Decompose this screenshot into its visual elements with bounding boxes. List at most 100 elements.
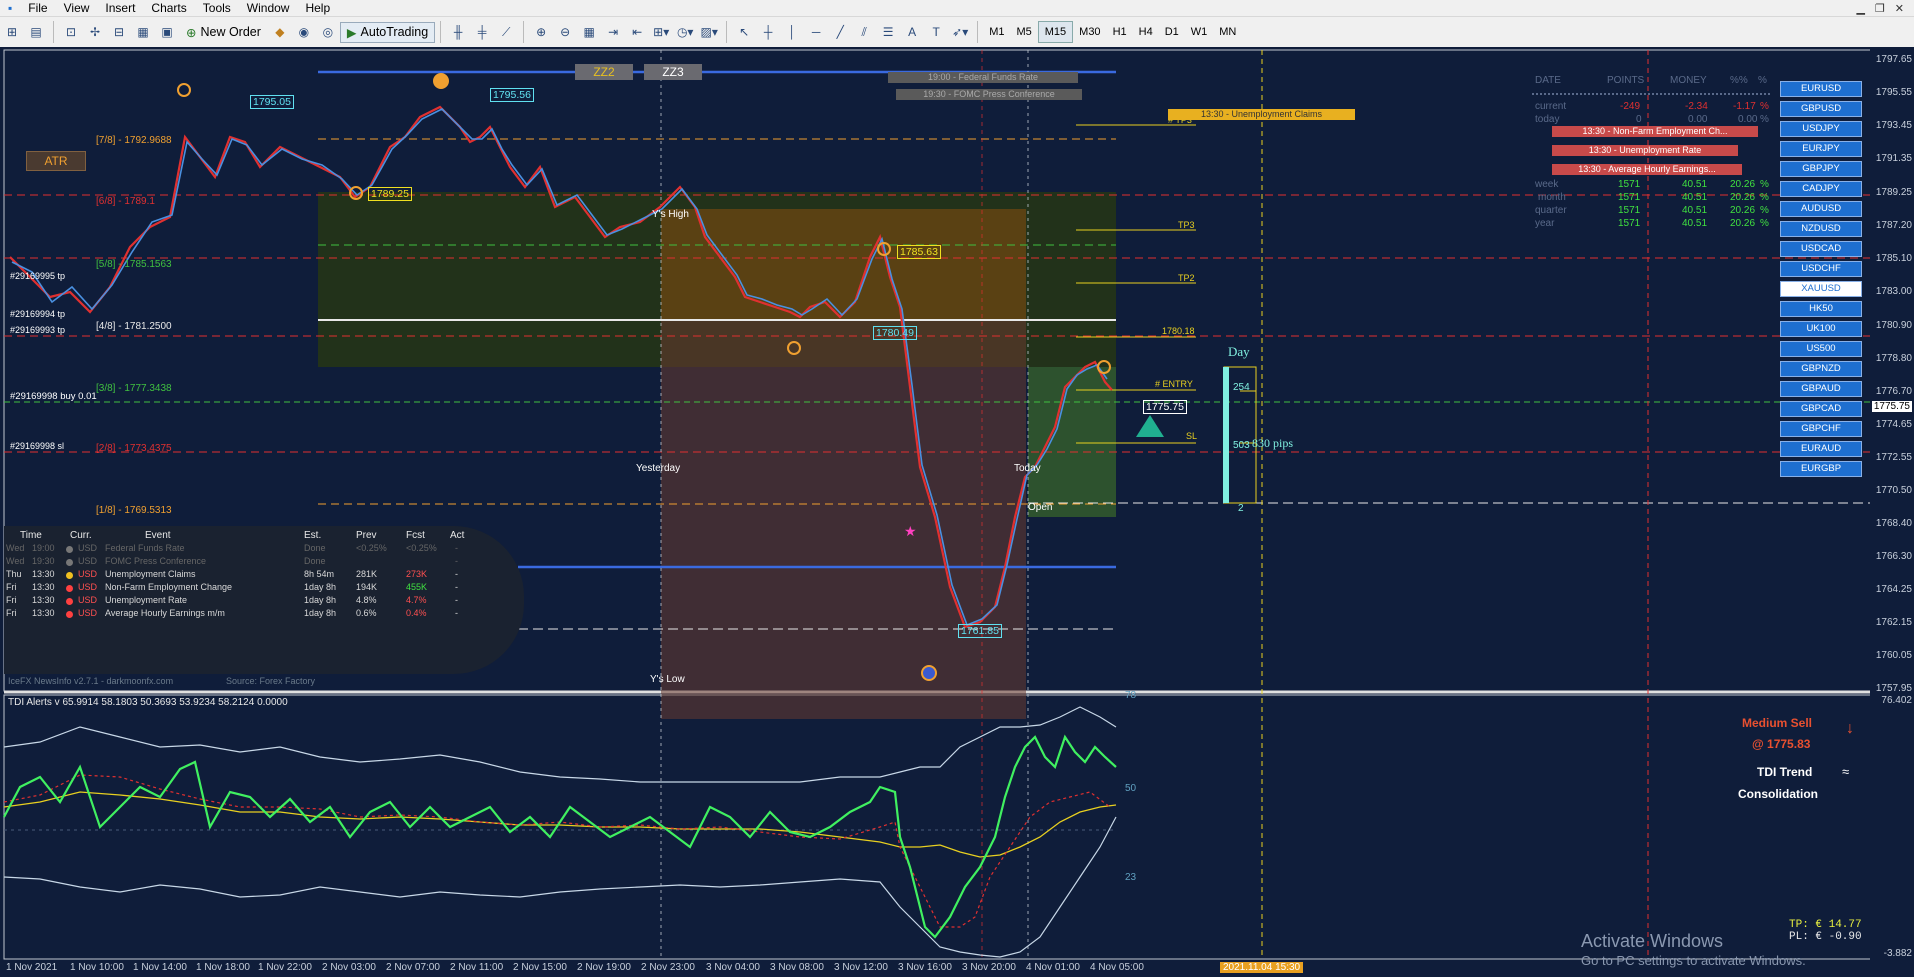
zz3-button[interactable]: ZZ3 — [644, 64, 702, 80]
tf-w1[interactable]: W1 — [1185, 22, 1214, 42]
svg-text:★: ★ — [904, 523, 917, 539]
cursor-icon[interactable]: ↖ — [735, 23, 753, 41]
tf-m1[interactable]: M1 — [983, 22, 1010, 42]
news-currency: USD — [78, 543, 98, 553]
symbol-button[interactable]: EURJPY — [1780, 141, 1862, 157]
menu-tools[interactable]: Tools — [195, 0, 239, 16]
menu-insert[interactable]: Insert — [97, 0, 143, 16]
market-watch-icon[interactable]: ⊡ — [62, 23, 80, 41]
vertical-line-icon[interactable]: │ — [783, 23, 801, 41]
account-event-tag: 13:30 - Non-Farm Employment Ch... — [1552, 126, 1758, 137]
tf-h4[interactable]: H4 — [1133, 22, 1159, 42]
crosshair-icon[interactable]: ┼ — [759, 23, 777, 41]
fibonacci-icon[interactable]: ☰ — [879, 23, 897, 41]
data-window-icon[interactable]: ✢ — [86, 23, 104, 41]
symbol-button[interactable]: EURUSD — [1780, 81, 1862, 97]
text-icon[interactable]: A — [903, 23, 921, 41]
symbol-button[interactable]: GBPAUD — [1780, 381, 1862, 397]
tf-mn[interactable]: MN — [1213, 22, 1242, 42]
symbol-button[interactable]: UK100 — [1780, 321, 1862, 337]
channel-icon[interactable]: ⫽ — [855, 23, 873, 41]
news-fcst: 4.7% — [406, 595, 427, 605]
symbol-button[interactable]: USDJPY — [1780, 121, 1862, 137]
trendline-icon[interactable]: ╱ — [831, 23, 849, 41]
arrows-icon[interactable]: ➶▾ — [951, 23, 969, 41]
account-row-pct: 20.26 — [1730, 192, 1756, 203]
menu-file[interactable]: File — [20, 0, 55, 16]
autoscroll-icon[interactable]: ⇥ — [604, 23, 622, 41]
new-order-button[interactable]: ⊕ New Order — [179, 22, 268, 43]
symbol-button[interactable]: GBPCAD — [1780, 401, 1862, 417]
terminal-icon[interactable]: ▦ — [134, 23, 152, 41]
profiles-icon[interactable]: ▤ — [27, 23, 45, 41]
order-label[interactable]: #29169998 buy 0.01 — [10, 391, 97, 402]
account-row-label: month — [1538, 192, 1566, 203]
bar-chart-icon[interactable]: ╫ — [449, 23, 467, 41]
periods-icon[interactable]: ◷▾ — [676, 23, 694, 41]
close-icon[interactable]: ✕ — [1895, 2, 1904, 15]
tester-icon[interactable]: ▣ — [158, 23, 176, 41]
symbol-button[interactable]: GBPNZD — [1780, 361, 1862, 377]
symbol-button[interactable]: GBPUSD — [1780, 101, 1862, 117]
tf-d1[interactable]: D1 — [1159, 22, 1185, 42]
symbol-button[interactable]: USDCHF — [1780, 261, 1862, 277]
vps-icon[interactable]: ◎ — [319, 23, 337, 41]
tf-h1[interactable]: H1 — [1107, 22, 1133, 42]
news-header: Time — [20, 530, 42, 541]
zoom-in-icon[interactable]: ⊕ — [532, 23, 550, 41]
tile-windows-icon[interactable]: ▦ — [580, 23, 598, 41]
symbol-button[interactable]: GBPJPY — [1780, 161, 1862, 177]
symbol-button[interactable]: EURAUD — [1780, 441, 1862, 457]
order-label[interactable]: #29169998 sl — [10, 441, 64, 451]
event-tag: 19:30 - FOMC Press Conference — [896, 89, 1082, 100]
label-icon[interactable]: T — [927, 23, 945, 41]
atr-button[interactable]: ATR — [26, 151, 86, 171]
autotrading-button[interactable]: ▶ AutoTrading — [339, 21, 436, 43]
autotrading-icon: ▶ — [346, 25, 357, 40]
symbol-button[interactable]: AUDUSD — [1780, 201, 1862, 217]
tf-m15[interactable]: M15 — [1037, 21, 1074, 43]
price-tick: 1787.20 — [1875, 220, 1912, 231]
account-row-label: year — [1535, 218, 1555, 229]
tf-m5[interactable]: M5 — [1010, 22, 1037, 42]
symbol-button[interactable]: US500 — [1780, 341, 1862, 357]
zz2-button[interactable]: ZZ2 — [575, 64, 633, 80]
new-chart-icon[interactable]: ⊞ — [3, 23, 21, 41]
restore-icon[interactable]: ❐ — [1875, 2, 1885, 15]
news-header: Event — [145, 530, 171, 541]
menu-charts[interactable]: Charts — [143, 0, 194, 16]
tf-m30[interactable]: M30 — [1073, 22, 1106, 42]
horizontal-line-icon[interactable]: ─ — [807, 23, 825, 41]
menu-view[interactable]: View — [56, 0, 98, 16]
news-header: Est. — [304, 530, 322, 541]
news-day: Fri — [6, 608, 17, 618]
menu-help[interactable]: Help — [297, 0, 338, 16]
symbol-button[interactable]: EURGBP — [1780, 461, 1862, 477]
activation-watermark-subtitle: Go to PC settings to activate Windows. — [1581, 953, 1806, 968]
candlestick-icon[interactable]: ╪ — [473, 23, 491, 41]
symbol-button[interactable]: USDCAD — [1780, 241, 1862, 257]
templates-icon[interactable]: ▨▾ — [700, 23, 718, 41]
navigator-icon[interactable]: ⊟ — [110, 23, 128, 41]
order-label[interactable]: #29169993 tp — [10, 325, 65, 335]
metaeditor-icon[interactable]: ◆ — [271, 23, 289, 41]
price-tag: 1785.63 — [897, 245, 941, 259]
menu-window[interactable]: Window — [239, 0, 298, 16]
minimize-icon[interactable]: ▁ — [1856, 2, 1864, 15]
symbol-button-active[interactable]: XAUUSD — [1780, 281, 1862, 297]
account-row-points: 1571 — [1618, 218, 1641, 229]
price-tick: 1770.50 — [1875, 485, 1912, 496]
symbol-button[interactable]: CADJPY — [1780, 181, 1862, 197]
symbol-button[interactable]: GBPCHF — [1780, 421, 1862, 437]
symbol-button[interactable]: HK50 — [1780, 301, 1862, 317]
signals-icon[interactable]: ◉ — [295, 23, 313, 41]
indicators-icon[interactable]: ⊞▾ — [652, 23, 670, 41]
price-tag: 1789.25 — [368, 187, 412, 201]
order-label[interactable]: #29169995 tp — [10, 271, 65, 281]
chart-shift-icon[interactable]: ⇤ — [628, 23, 646, 41]
order-label[interactable]: #29169994 tp — [10, 309, 65, 319]
zoom-out-icon[interactable]: ⊖ — [556, 23, 574, 41]
symbol-button[interactable]: NZDUSD — [1780, 221, 1862, 237]
time-tick: 2 Nov 07:00 — [386, 962, 440, 973]
line-chart-icon[interactable]: ⟋ — [497, 23, 515, 41]
